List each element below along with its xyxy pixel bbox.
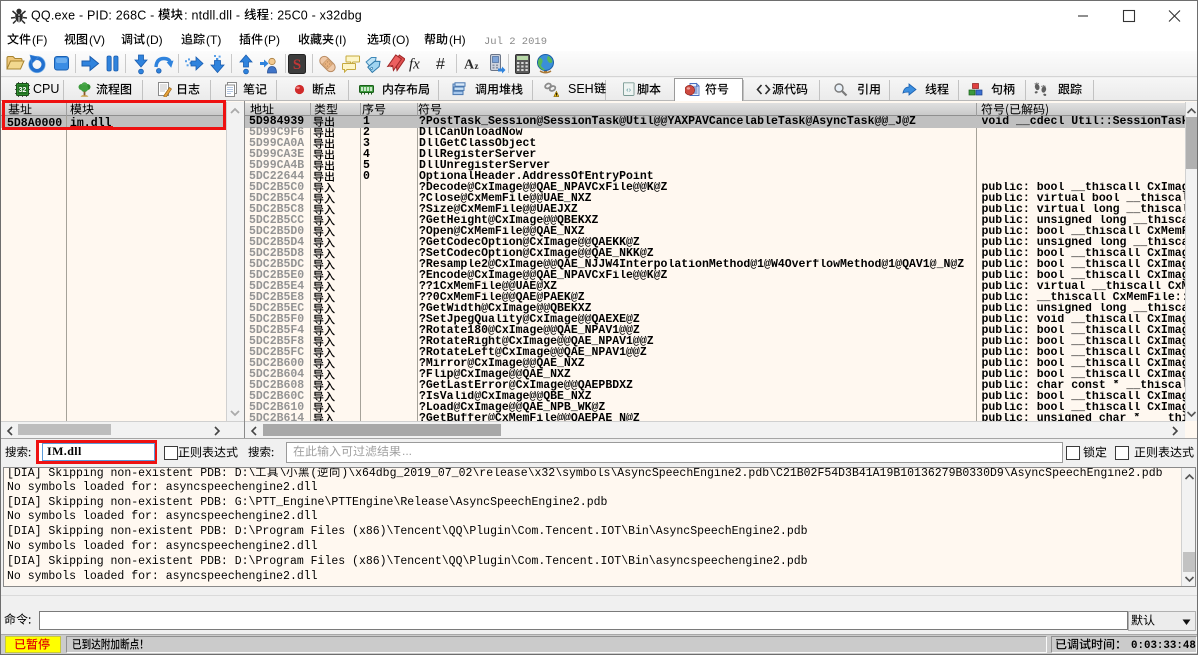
svg-text:S: S — [293, 57, 301, 73]
svg-text:‹›: ‹› — [626, 85, 631, 94]
svg-text:fx: fx — [409, 57, 420, 73]
svg-text:z: z — [475, 61, 479, 71]
svg-text:32: 32 — [19, 87, 27, 94]
svg-text:#: # — [436, 56, 445, 72]
svg-text:A: A — [464, 58, 475, 72]
